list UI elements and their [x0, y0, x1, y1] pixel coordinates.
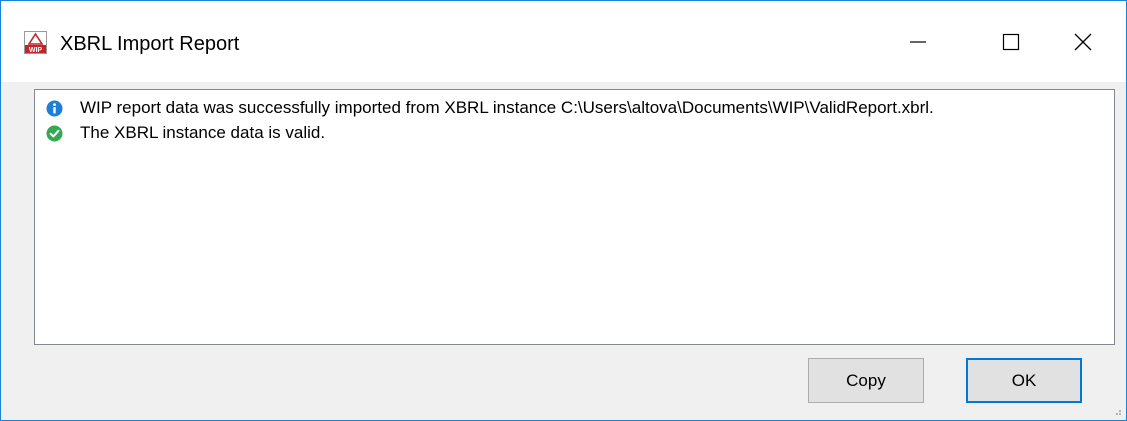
copy-button[interactable]: Copy [808, 358, 924, 403]
message-text: WIP report data was successfully importe… [80, 98, 934, 117]
svg-text:WIP: WIP [29, 47, 43, 54]
report-message-list[interactable]: WIP report data was successfully importe… [34, 89, 1115, 345]
info-icon [46, 100, 63, 117]
title-bar[interactable]: WIP XBRL Import Report [1, 1, 1126, 82]
message-text: The XBRL instance data is valid. [80, 123, 326, 142]
maximize-icon [1002, 33, 1019, 50]
wip-app-icon: WIP [24, 31, 47, 54]
window-title: XBRL Import Report [60, 33, 240, 55]
close-icon [1074, 33, 1092, 50]
ok-button[interactable]: OK [966, 358, 1082, 403]
minimize-icon [909, 40, 926, 43]
dialog-window: WIP XBRL Import Report WIP report data w… [0, 0, 1127, 421]
minimize-button[interactable] [871, 1, 964, 82]
resize-grip-icon[interactable] [1112, 406, 1122, 416]
close-button[interactable] [1040, 1, 1126, 82]
check-circle-icon [46, 125, 63, 142]
